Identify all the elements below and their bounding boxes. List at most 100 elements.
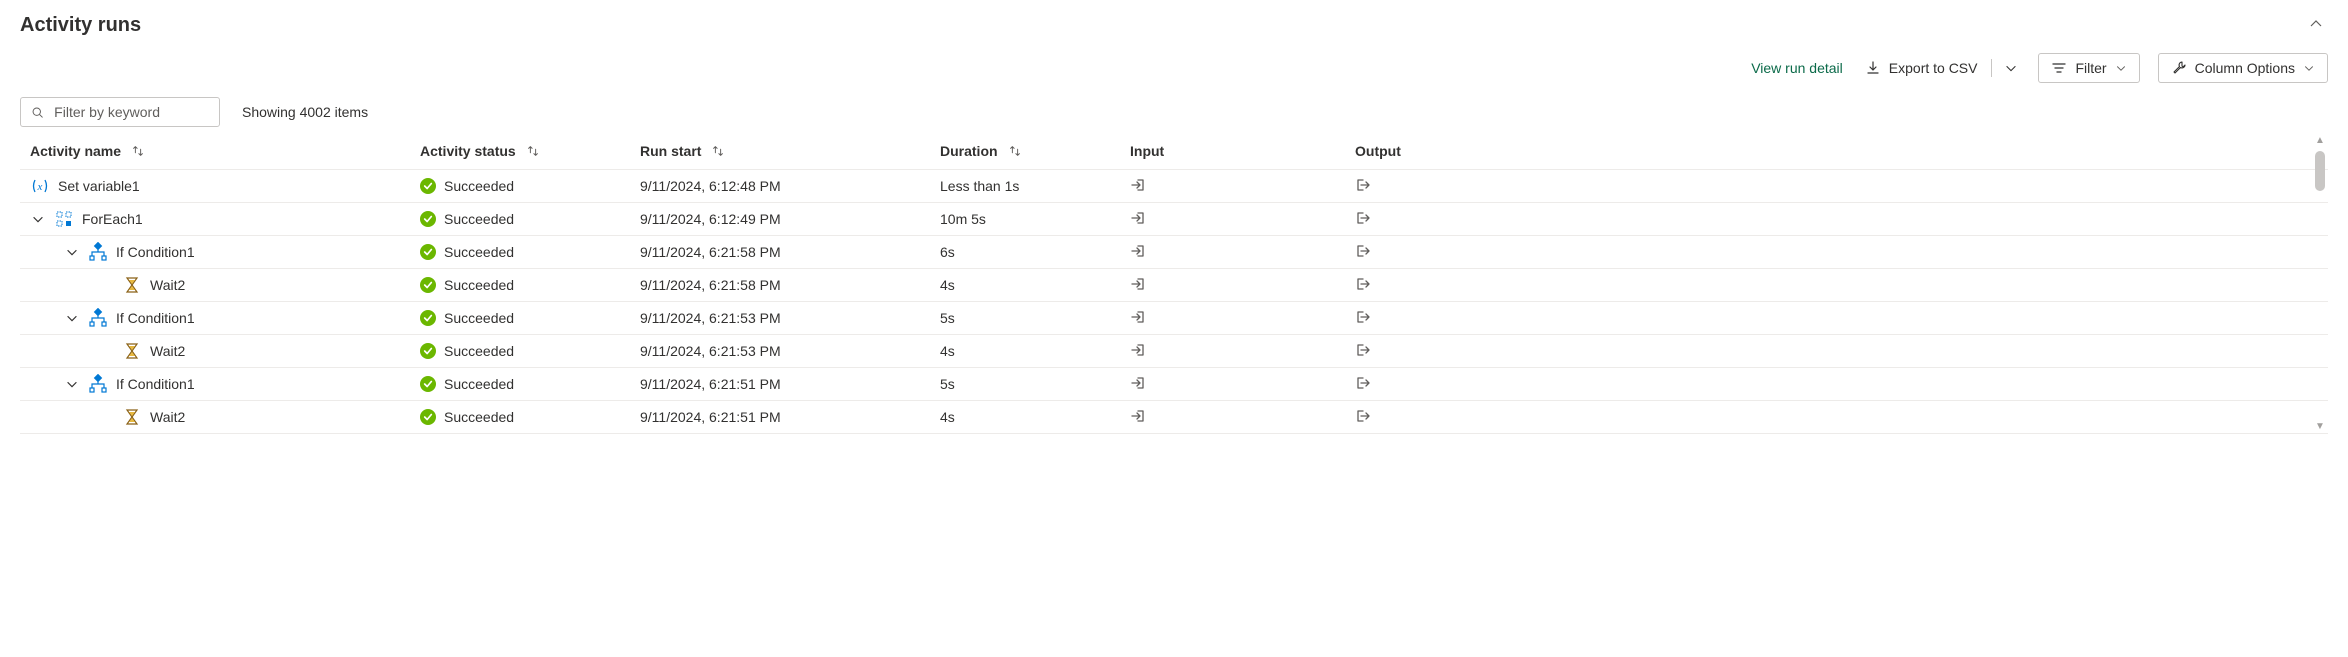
duration: 5s	[940, 310, 1130, 326]
output-icon[interactable]	[1355, 342, 1371, 358]
table-body: x Set variable1 Succeeded 9/11/2024, 6:12:4…	[20, 170, 2328, 434]
download-icon	[1865, 60, 1881, 76]
row-expander[interactable]	[30, 212, 46, 226]
activity-name: Wait2	[150, 277, 185, 293]
wrench-icon	[2171, 60, 2187, 76]
export-csv-label: Export to CSV	[1889, 60, 1978, 76]
status-text: Succeeded	[444, 343, 514, 359]
status-text: Succeeded	[444, 409, 514, 425]
sort-icon	[526, 144, 540, 158]
wait-icon	[122, 341, 142, 361]
col-header-output[interactable]: Output	[1355, 143, 1580, 159]
export-csv-dropdown[interactable]	[2002, 55, 2020, 81]
run-start: 9/11/2024, 6:21:53 PM	[640, 343, 940, 359]
output-icon[interactable]	[1355, 210, 1371, 226]
activity-name: If Condition1	[116, 310, 195, 326]
search-input[interactable]	[52, 103, 209, 121]
col-header-input[interactable]: Input	[1130, 143, 1355, 159]
output-icon[interactable]	[1355, 276, 1371, 292]
activity-name: Set variable1	[58, 178, 140, 194]
search-icon	[31, 105, 44, 120]
table-row[interactable]: Wait2 Succeeded 9/11/2024, 6:21:53 PM4s	[20, 335, 2328, 368]
success-icon	[420, 343, 436, 359]
table-row[interactable]: ForEach1Succeeded9/11/2024, 6:12:49 PM10…	[20, 203, 2328, 236]
ifcond-icon	[88, 242, 108, 262]
duration: 4s	[940, 277, 1130, 293]
export-csv-button[interactable]: Export to CSV	[1861, 54, 1982, 82]
run-start: 9/11/2024, 6:12:49 PM	[640, 211, 940, 227]
search-input-wrapper[interactable]	[20, 97, 220, 127]
collapse-section-button[interactable]	[2304, 12, 2328, 39]
table-header-row: Activity name Activity status Run start …	[20, 133, 2328, 170]
sort-icon	[131, 144, 145, 158]
vertical-scrollbar[interactable]: ▲ ▼	[2312, 133, 2328, 434]
ifcond-icon	[88, 308, 108, 328]
activity-name: If Condition1	[116, 244, 195, 260]
success-icon	[420, 376, 436, 392]
filter-icon	[2051, 60, 2067, 76]
status-text: Succeeded	[444, 244, 514, 260]
activity-name: ForEach1	[82, 211, 143, 227]
success-icon	[420, 244, 436, 260]
view-run-detail-link[interactable]: View run detail	[1751, 60, 1843, 76]
col-header-activity-status[interactable]: Activity status	[420, 143, 640, 159]
col-header-activity-name[interactable]: Activity name	[30, 143, 420, 159]
foreach-icon	[54, 209, 74, 229]
output-icon[interactable]	[1355, 243, 1371, 259]
success-icon	[420, 211, 436, 227]
col-header-label: Activity name	[30, 143, 121, 159]
output-icon[interactable]	[1355, 309, 1371, 325]
scroll-thumb[interactable]	[2315, 151, 2325, 191]
table-row[interactable]: If Condition1Succeeded9/11/2024, 6:21:58…	[20, 236, 2328, 269]
variable-icon: x	[30, 176, 50, 196]
output-icon[interactable]	[1355, 408, 1371, 424]
table-row[interactable]: xSet variable1Succeeded9/11/2024, 6:12:4…	[20, 170, 2328, 203]
activity-name: Wait2	[150, 343, 185, 359]
col-header-run-start[interactable]: Run start	[640, 143, 940, 159]
input-icon[interactable]	[1130, 408, 1146, 424]
activity-name: Wait2	[150, 409, 185, 425]
column-options-button[interactable]: Column Options	[2158, 53, 2328, 83]
input-icon[interactable]	[1130, 309, 1146, 325]
col-header-duration[interactable]: Duration	[940, 143, 1130, 159]
scroll-up-arrow[interactable]: ▲	[2315, 133, 2325, 148]
input-icon[interactable]	[1130, 243, 1146, 259]
output-icon[interactable]	[1355, 177, 1371, 193]
col-header-label: Output	[1355, 143, 1401, 159]
duration: 4s	[940, 409, 1130, 425]
wait-icon	[122, 275, 142, 295]
success-icon	[420, 310, 436, 326]
row-expander[interactable]	[64, 245, 80, 259]
sort-icon	[1008, 144, 1022, 158]
input-icon[interactable]	[1130, 276, 1146, 292]
table-row[interactable]: If Condition1Succeeded9/11/2024, 6:21:53…	[20, 302, 2328, 335]
scroll-down-arrow[interactable]: ▼	[2315, 419, 2325, 434]
duration: 5s	[940, 376, 1130, 392]
success-icon	[420, 277, 436, 293]
input-icon[interactable]	[1130, 210, 1146, 226]
filter-button[interactable]: Filter	[2038, 53, 2139, 83]
row-expander[interactable]	[64, 311, 80, 325]
sort-icon	[711, 144, 725, 158]
status-text: Succeeded	[444, 310, 514, 326]
svg-text:x: x	[37, 181, 43, 193]
table-row[interactable]: Wait2Succeeded9/11/2024, 6:21:51 PM4s	[20, 401, 2328, 434]
table-row[interactable]: Wait2 Succeeded 9/11/2024, 6:21:58 PM4s	[20, 269, 2328, 302]
input-icon[interactable]	[1130, 375, 1146, 391]
col-header-label: Duration	[940, 143, 998, 159]
row-expander[interactable]	[64, 377, 80, 391]
col-header-label: Run start	[640, 143, 701, 159]
toolbar: View run detail Export to CSV Filter Col…	[20, 53, 2328, 83]
run-start: 9/11/2024, 6:21:58 PM	[640, 277, 940, 293]
output-icon[interactable]	[1355, 375, 1371, 391]
status-text: Succeeded	[444, 376, 514, 392]
filter-label: Filter	[2075, 60, 2106, 76]
run-start: 9/11/2024, 6:21:51 PM	[640, 376, 940, 392]
chevron-down-icon	[2115, 62, 2127, 74]
input-icon[interactable]	[1130, 177, 1146, 193]
input-icon[interactable]	[1130, 342, 1146, 358]
duration: 4s	[940, 343, 1130, 359]
status-text: Succeeded	[444, 277, 514, 293]
ifcond-icon	[88, 374, 108, 394]
table-row[interactable]: If Condition1Succeeded9/11/2024, 6:21:51…	[20, 368, 2328, 401]
